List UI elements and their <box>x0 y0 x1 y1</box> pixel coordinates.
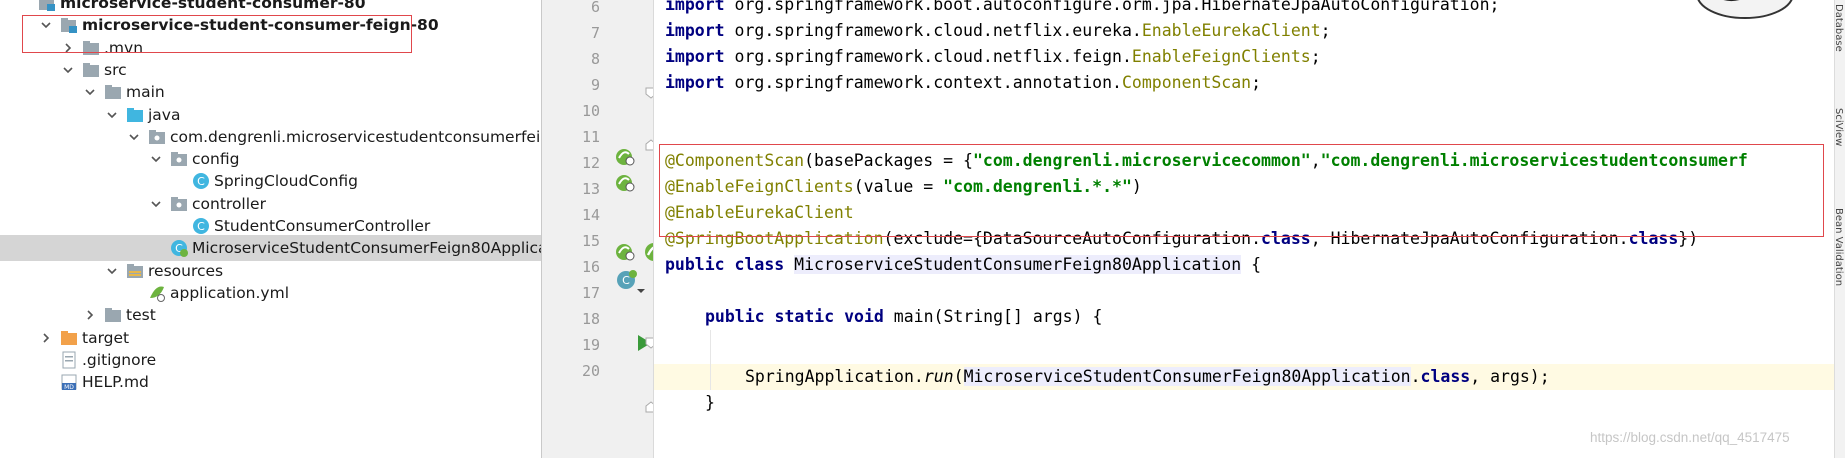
line-number: 10 <box>581 102 600 120</box>
tree-item-label: .gitignore <box>82 350 157 369</box>
tree-item-label: controller <box>192 194 266 213</box>
svg-text:C: C <box>622 274 630 287</box>
line-number: 9 <box>590 76 600 94</box>
code-line-15: public class MicroserviceStudentConsumer… <box>665 255 1262 274</box>
line-number: 6 <box>590 0 600 16</box>
tree-item-label: microservice-student-consumer-80 <box>60 0 366 12</box>
avatar <box>1697 0 1793 19</box>
module-folder-icon <box>38 0 56 12</box>
line-number: 7 <box>590 24 600 42</box>
chevron-down-icon[interactable] <box>150 196 162 208</box>
spring-bean-icon[interactable] <box>614 240 638 264</box>
line-number: 20 <box>581 362 600 380</box>
yaml-file-icon <box>148 284 166 302</box>
code-line-9: import org.springframework.context.annot… <box>665 73 1262 92</box>
tree-item-label: java <box>148 105 181 124</box>
svg-text:C: C <box>197 175 205 188</box>
highlight-box-module <box>22 15 412 53</box>
tree-item-label: main <box>126 83 165 102</box>
text-file-icon <box>60 351 78 369</box>
code-line-18: SpringApplication.run(MicroserviceStuden… <box>745 367 1550 386</box>
tree-item-label: HELP.md <box>82 373 149 392</box>
code-line-6: import org.springframework.boot.autoconf… <box>665 0 1500 14</box>
code-line-7: import org.springframework.cloud.netflix… <box>665 21 1331 40</box>
chevron-down-icon[interactable] <box>62 62 74 74</box>
tree-item-label: src <box>104 60 127 79</box>
source-folder-icon <box>126 106 144 124</box>
line-number: 16 <box>581 258 600 276</box>
chevron-down-icon[interactable] <box>106 107 118 119</box>
chevron-down-icon[interactable] <box>84 84 96 96</box>
svg-text:MD: MD <box>64 384 74 391</box>
chevron-right-icon[interactable] <box>84 307 96 320</box>
spring-bean-icon[interactable] <box>614 171 638 195</box>
line-number: 15 <box>581 232 600 250</box>
line-number: 14 <box>581 206 600 224</box>
class-icon: C <box>192 172 210 190</box>
line-number: 11 <box>581 128 600 146</box>
svg-text:C: C <box>197 220 205 233</box>
tree-item-label: test <box>126 306 156 325</box>
resources-folder-icon <box>126 262 144 280</box>
code-line-19: } <box>705 393 715 412</box>
spring-bean-icon[interactable] <box>614 145 638 169</box>
spring-boot-class-icon: C <box>170 239 188 258</box>
tab-bean-validation[interactable]: Bean Validation <box>1833 208 1844 286</box>
tree-item-label: SpringCloudConfig <box>214 172 359 191</box>
tree-item-label: com.dengrenli.microservicestudentconsume… <box>170 127 541 146</box>
line-number: 8 <box>590 50 600 68</box>
chevron-down-icon[interactable] <box>106 263 118 275</box>
code-line-8: import org.springframework.cloud.netflix… <box>665 47 1321 66</box>
tree-item-label: resources <box>148 261 224 280</box>
package-icon <box>170 195 188 213</box>
line-number: 13 <box>581 180 600 198</box>
tree-item-label: MicroserviceStudentConsumerFeign80Applic… <box>192 239 541 258</box>
folder-icon <box>82 61 100 79</box>
watermark: https://blog.csdn.net/qq_4517475 <box>1590 430 1790 445</box>
line-number: 17 <box>581 284 600 302</box>
tab-sciview[interactable]: SciView <box>1833 108 1844 146</box>
code-editor[interactable]: import org.springframework.boot.autoconf… <box>654 0 1834 458</box>
tree-item-label: StudentConsumerController <box>214 217 431 235</box>
package-icon <box>170 150 188 168</box>
indent-guide <box>710 330 711 390</box>
chevron-right-icon[interactable] <box>40 330 52 343</box>
project-tool-window: microservice-student-consumer-80 microser… <box>0 0 541 458</box>
tree-item-label: target <box>82 328 130 347</box>
tree-item-label: application.yml <box>170 283 290 302</box>
folder-icon <box>104 83 122 101</box>
editor-gutter: 6 7 8 9 10 11 12 13 14 15 16 17 18 19 20… <box>542 0 667 458</box>
tree-item[interactable]: MD HELP.md <box>0 369 541 395</box>
package-icon <box>148 128 166 146</box>
line-number: 18 <box>581 310 600 328</box>
tab-database[interactable]: Database <box>1833 4 1844 52</box>
chevron-down-icon[interactable] <box>128 129 140 141</box>
chevron-down-icon[interactable] <box>635 286 647 296</box>
markdown-file-icon: MD <box>60 373 78 391</box>
line-number: 19 <box>581 336 600 354</box>
line-number: 12 <box>581 154 600 172</box>
chevron-down-icon[interactable] <box>150 151 162 163</box>
tree-item-label: config <box>192 150 240 169</box>
class-icon: C <box>192 217 210 235</box>
folder-icon <box>104 306 122 324</box>
right-tool-strip: Database SciView Bean Validation <box>1833 0 1845 458</box>
excluded-folder-icon <box>60 329 78 347</box>
code-line-17: public static void main(String[] args) { <box>705 307 1103 326</box>
highlight-box-annotations <box>659 144 1824 237</box>
